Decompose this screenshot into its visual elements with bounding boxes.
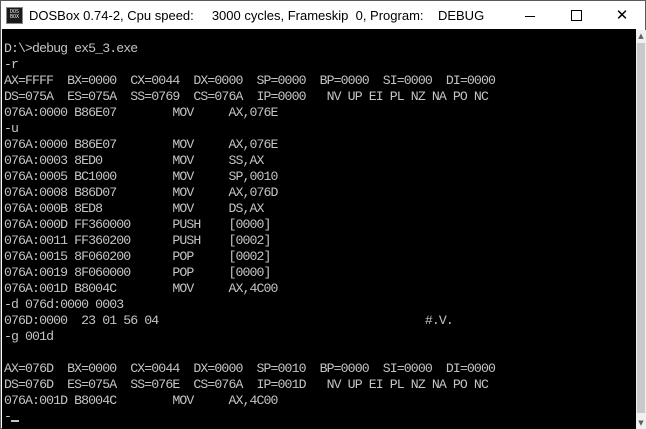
console-line: 076A:0003 8ED0 MOV SS,AX	[4, 153, 264, 168]
console-line: AX=FFFF BX=0000 CX=0044 DX=0000 SP=0000 …	[4, 73, 496, 88]
console-line: -r	[4, 57, 19, 72]
console-line: 076A:0008 B86D07 MOV AX,076D	[4, 185, 278, 200]
scroll-up-icon[interactable]: ▲	[636, 30, 646, 42]
close-button[interactable]: ✕	[599, 1, 645, 29]
console-line: 076A:001D B8004C MOV AX,4C00	[4, 281, 278, 296]
vertical-scrollbar[interactable]: ▲ ▼	[636, 30, 646, 429]
console-line: 076A:0000 B86E07 MOV AX,076E	[4, 137, 278, 152]
console-line: DS=076D ES=075A SS=076E CS=076A IP=001D …	[4, 377, 489, 392]
console-line: -u	[4, 121, 19, 136]
console-line: 076A:0015 8F060200 POP [0002]	[4, 249, 271, 264]
console-line: 076A:000D FF360000 PUSH [0000]	[4, 217, 271, 232]
console-line: 076A:0005 BC1000 MOV SP,0010	[4, 169, 278, 184]
console-line: D:\>debug ex5_3.exe	[4, 41, 138, 56]
console-line: AX=076D BX=0000 CX=0044 DX=0000 SP=0010 …	[4, 361, 496, 376]
maximize-button[interactable]	[553, 1, 599, 29]
console-prompt: -	[4, 409, 12, 424]
minimize-icon	[525, 15, 535, 17]
window-controls: ✕	[507, 1, 645, 29]
text-cursor	[11, 420, 20, 422]
maximize-icon	[570, 9, 582, 21]
console-line: 076A:0019 8F060000 POP [0000]	[4, 265, 271, 280]
scroll-down-icon[interactable]: ▼	[636, 417, 646, 429]
window-title: DOSBox 0.74-2, Cpu speed: 3000 cycles, F…	[29, 7, 485, 23]
console-line: DS=075A ES=075A SS=0769 CS=076A IP=0000 …	[4, 89, 489, 104]
dosbox-app-icon[interactable]: DOS BOX	[6, 6, 23, 24]
console-line: 076A:001D B8004C MOV AX,4C00	[4, 393, 278, 408]
dosbox-window: DOS BOX DOSBox 0.74-2, Cpu speed: 3000 c…	[0, 0, 646, 429]
title-bar[interactable]: DOS BOX DOSBox 0.74-2, Cpu speed: 3000 c…	[1, 1, 645, 29]
app-icon-text-bottom: BOX	[9, 14, 20, 20]
console-line: -d 076d:0000 0003	[4, 297, 124, 312]
console-line: 076A:0000 B86E07 MOV AX,076E	[4, 105, 278, 120]
console-line: 076D:0000 23 01 56 04 #.V.	[4, 313, 454, 328]
console-top-margin	[2, 29, 636, 40]
console-line: 076A:0011 FF360200 PUSH [0002]	[4, 233, 271, 248]
console-line: -g 001d	[4, 329, 54, 344]
console-line: 076A:000B 8ED8 MOV DS,AX	[4, 201, 264, 216]
scroll-thumb[interactable]	[637, 43, 645, 413]
dos-console[interactable]: D:\>debug ex5_3.exe -r AX=FFFF BX=0000 CX=…	[2, 40, 636, 429]
close-icon: ✕	[615, 6, 629, 24]
minimize-button[interactable]	[507, 1, 553, 29]
console-prompt-line[interactable]: -	[4, 409, 20, 425]
